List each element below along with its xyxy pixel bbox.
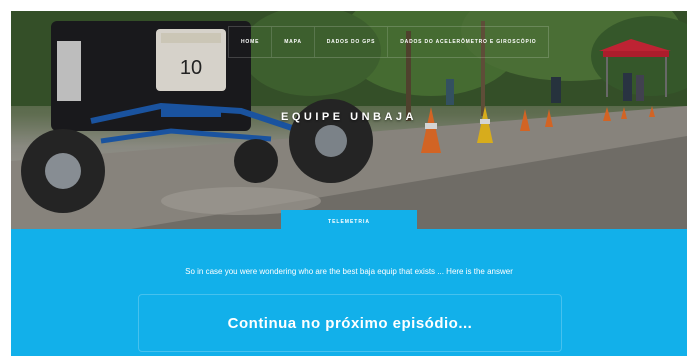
nav-item-accelerometer[interactable]: Dados do Acelerômetro e Giroscópio [388,27,548,57]
nav-item-home[interactable]: Home [229,27,273,57]
content-section: So in case you were wondering who are th… [11,229,687,356]
car-number: 10 [180,57,202,79]
tagline: So in case you were wondering who are th… [185,267,513,276]
page: 10 Home Mapa Dados do GPS Dados do Acele… [0,0,694,356]
main-nav: Home Mapa Dados do GPS Dados do Acelerôm… [228,26,550,58]
headline: Continua no próximo episódio... [227,314,473,332]
hero-banner: 10 Home Mapa Dados do GPS Dados do Acele… [11,11,687,229]
hero-title: EQUIPE UNBAJA [281,111,417,123]
headline-box: Continua no próximo episódio... [138,294,562,352]
tab-telemetria[interactable]: Telemetria [281,210,417,234]
nav-item-gps[interactable]: Dados do GPS [315,27,389,57]
nav-item-mapa[interactable]: Mapa [272,27,315,57]
